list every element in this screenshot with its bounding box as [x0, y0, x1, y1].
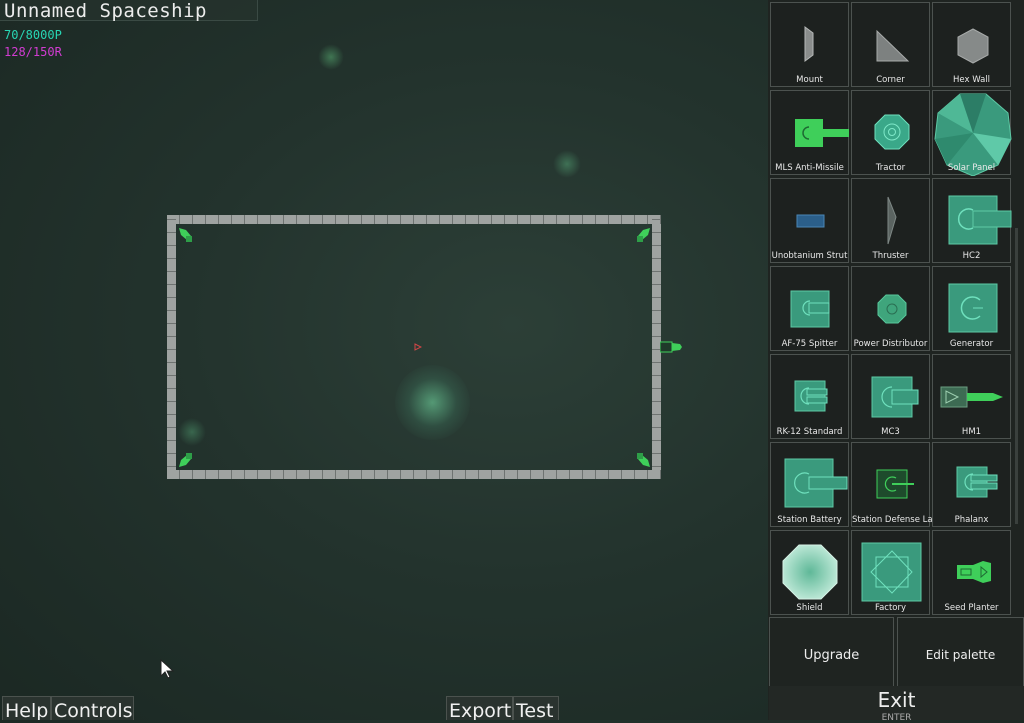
palette-item-seed-planter[interactable]: Seed Planter [932, 530, 1011, 615]
strut-icon [796, 214, 825, 228]
seed-planter-icon [957, 561, 991, 583]
phalanx-icon [956, 466, 998, 498]
shield-icon [782, 544, 838, 600]
palette-item-hex-wall[interactable]: Hex Wall [932, 2, 1011, 87]
palette-item-label: MC3 [881, 427, 900, 437]
spitter-icon [790, 290, 830, 328]
nebula-glow [553, 150, 581, 178]
mass-cannon-icon [871, 376, 919, 418]
homing-missile-icon [940, 386, 1003, 408]
power-readout: 70/8000P [4, 28, 62, 42]
palette-item-shield[interactable]: Shield [770, 530, 849, 615]
palette-item-corner[interactable]: Corner [851, 2, 930, 87]
upgrade-button[interactable]: Upgrade [769, 617, 894, 689]
nebula-glow [318, 44, 344, 70]
help-button[interactable]: Help [2, 696, 51, 720]
palette-item-label: AF-75 Spitter [781, 339, 838, 349]
palette-item-label: HC2 [962, 251, 981, 261]
palette-item-phalanx[interactable]: Phalanx [932, 442, 1011, 527]
defense-laser-icon [876, 469, 914, 499]
palette-item-mc3[interactable]: MC3 [851, 354, 930, 439]
ship-center-marker [414, 343, 422, 351]
palette-item-label: Thruster [872, 251, 909, 261]
seed-planter-module[interactable] [660, 339, 684, 355]
rocket-launcher-icon [794, 380, 828, 412]
palette-item-label: Station Defense Laser [852, 515, 946, 525]
palette-item-label: Hex Wall [953, 75, 990, 85]
palette-item-label: Seed Planter [944, 603, 999, 613]
palette-item-hm1[interactable]: HM1 [932, 354, 1011, 439]
palette-item-label: Tractor [875, 163, 906, 173]
palette-item-unobtanium-strut[interactable]: Unobtanium Strut [770, 178, 849, 263]
station-battery-icon [784, 458, 848, 508]
palette-item-label: Corner [876, 75, 905, 85]
thruster-module[interactable] [177, 451, 195, 469]
palette-item-tractor[interactable]: Tractor [851, 90, 930, 175]
test-button[interactable]: Test [513, 696, 559, 720]
thruster-module[interactable] [177, 226, 195, 244]
palette-item-station-defense-laser[interactable]: Station Defense Laser [851, 442, 946, 527]
edit-palette-button[interactable]: Edit palette [897, 617, 1024, 689]
export-button[interactable]: Export [446, 696, 513, 720]
palette-item-rk12-standard[interactable]: RK-12 Standard [770, 354, 849, 439]
exit-key-hint: ENTER [881, 713, 912, 723]
palette-item-label: HM1 [961, 427, 982, 437]
palette-item-power-distributor[interactable]: Power Distributor [851, 266, 930, 351]
corner-icon [876, 29, 910, 62]
thruster-module[interactable] [634, 451, 652, 469]
palette-scrollbar[interactable] [1015, 228, 1018, 524]
cannon-icon [948, 195, 1012, 245]
tractor-icon [874, 114, 910, 150]
anti-missile-icon [795, 119, 849, 147]
palette-item-label: Power Distributor [853, 339, 928, 349]
palette-item-af75-spitter[interactable]: AF-75 Spitter [770, 266, 849, 351]
palette-item-label: Generator [949, 339, 994, 349]
palette-item-label: Station Battery [777, 515, 842, 525]
factory-icon [861, 542, 922, 602]
exit-button[interactable]: Exit ENTER [769, 686, 1024, 723]
palette-item-thruster[interactable]: Thruster [851, 178, 930, 263]
ship-name[interactable]: Unnamed Spaceship [0, 0, 258, 22]
palette-item-label: Solar Panel [947, 163, 996, 173]
palette-item-label: Mount [796, 75, 823, 85]
palette-item-mount[interactable]: Mount [770, 2, 849, 87]
palette-item-hc2[interactable]: HC2 [932, 178, 1012, 263]
mount-icon [804, 26, 814, 62]
thruster-icon [887, 196, 897, 245]
palette-item-label: Factory [874, 603, 907, 613]
controls-button[interactable]: Controls [51, 696, 134, 720]
palette-item-label: Phalanx [954, 515, 989, 525]
palette-item-solar-panel[interactable]: Solar Panel [932, 90, 1012, 176]
exit-label: Exit [877, 688, 916, 712]
mouse-cursor-icon [160, 659, 175, 679]
thruster-module[interactable] [634, 226, 652, 244]
resource-readout: 128/150R [4, 45, 62, 59]
palette-item-station-battery[interactable]: Station Battery [770, 442, 849, 527]
palette-item-generator[interactable]: Generator [932, 266, 1011, 351]
palette-item-factory[interactable]: Factory [851, 530, 930, 615]
palette-item-anti-missile[interactable]: MLS Anti-Missile [770, 90, 849, 175]
palette-item-label: Shield [796, 603, 823, 613]
palette-item-label: MLS Anti-Missile [775, 163, 844, 173]
power-distributor-icon [877, 294, 907, 324]
generator-icon [948, 283, 998, 333]
palette-item-label: Unobtanium Strut [771, 251, 848, 261]
palette-item-label: RK-12 Standard [776, 427, 843, 437]
hex-wall-icon [957, 28, 989, 64]
